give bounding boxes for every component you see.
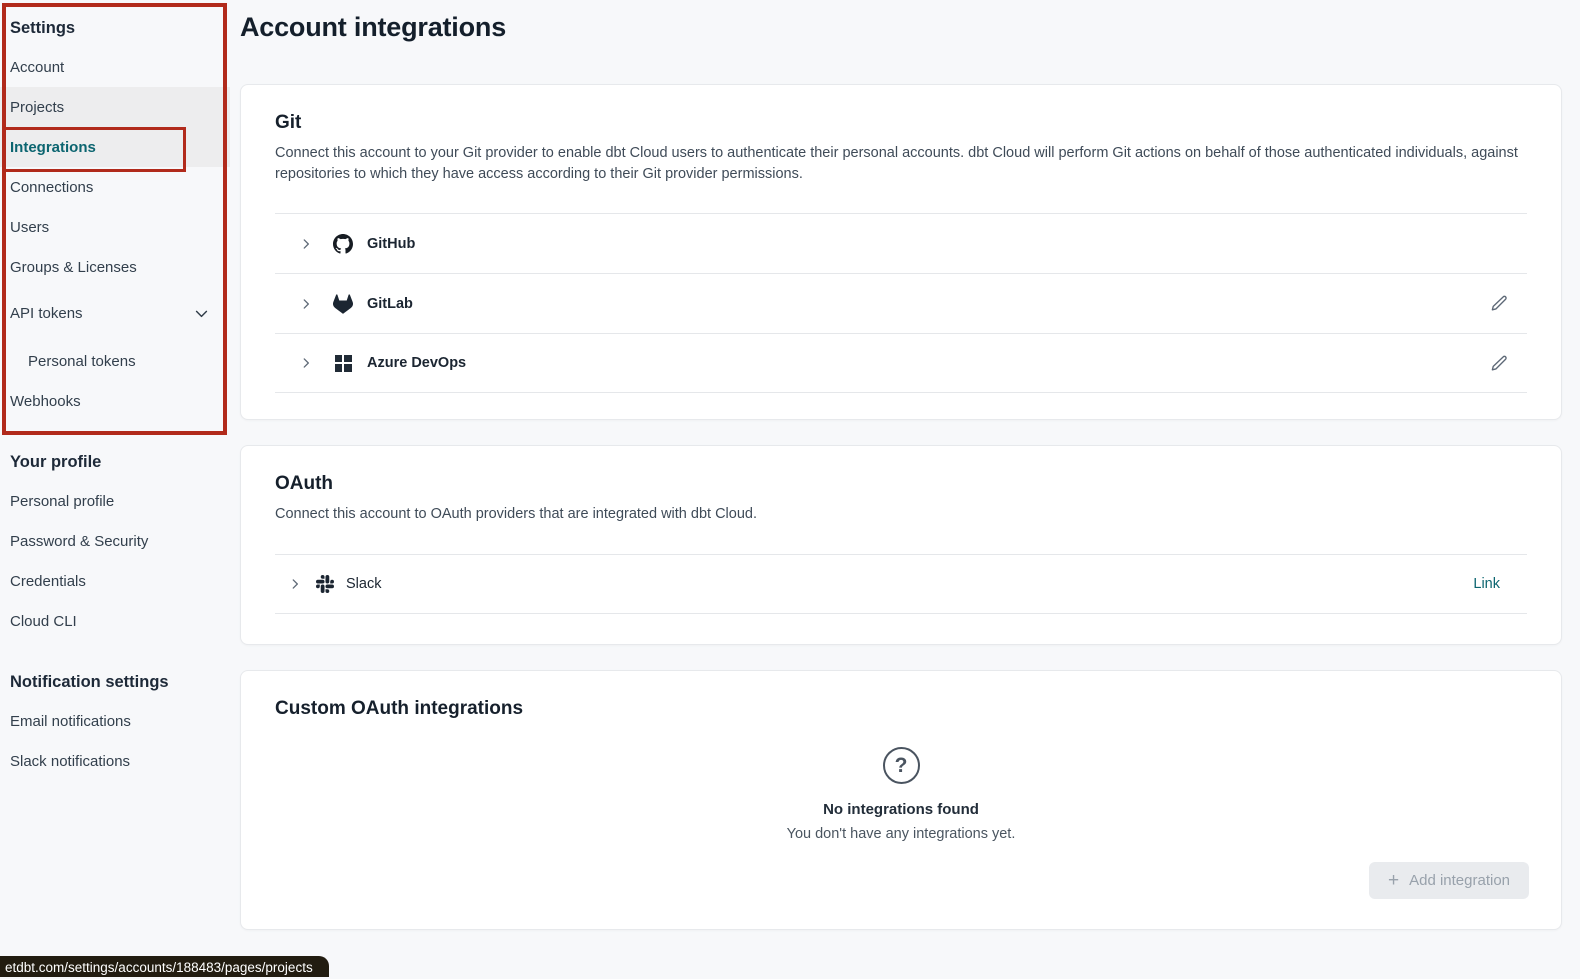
sidebar-item-slack-notifications[interactable]: Slack notifications <box>0 741 230 781</box>
custom-oauth-section-title: Custom OAuth integrations <box>275 698 1527 720</box>
sidebar-item-api-tokens[interactable]: API tokens <box>0 293 230 333</box>
git-section-description: Connect this account to your Git provide… <box>275 143 1527 184</box>
sidebar-item-connections[interactable]: Connections <box>0 167 230 207</box>
oauth-section-card: OAuth Connect this account to OAuth prov… <box>240 445 1562 645</box>
git-provider-row-github[interactable]: GitHub <box>275 213 1527 273</box>
empty-state-subtitle: You don't have any integrations yet. <box>241 826 1561 842</box>
git-provider-row-azure-devops[interactable]: Azure DevOps <box>275 333 1527 393</box>
git-provider-label: GitHub <box>367 236 415 252</box>
slack-link-action[interactable]: Link <box>1473 576 1500 592</box>
sidebar-section-settings: Settings <box>0 9 230 47</box>
page-title: Account integrations <box>240 12 506 43</box>
edit-pencil-icon[interactable] <box>1490 354 1509 373</box>
plus-icon: + <box>1388 871 1399 890</box>
empty-state: ? No integrations found You don't have a… <box>241 747 1561 842</box>
chevron-right-icon[interactable] <box>299 237 313 251</box>
sidebar-item-cloud-cli[interactable]: Cloud CLI <box>0 601 230 641</box>
sidebar-section-your-profile: Your profile <box>0 443 230 481</box>
sidebar-gap <box>0 641 230 663</box>
oauth-section-title: OAuth <box>275 473 1527 495</box>
oauth-provider-list: Slack Link <box>275 554 1527 614</box>
sidebar-item-groups-licenses[interactable]: Groups & Licenses <box>0 247 230 287</box>
sidebar-item-users[interactable]: Users <box>0 207 230 247</box>
settings-sidebar: Settings Account Projects Integrations C… <box>0 0 230 977</box>
chevron-right-icon[interactable] <box>299 297 313 311</box>
chevron-down-icon[interactable] <box>193 305 210 322</box>
git-provider-row-gitlab[interactable]: GitLab <box>275 273 1527 333</box>
sidebar-item-webhooks[interactable]: Webhooks <box>0 381 230 421</box>
sidebar-item-integrations[interactable]: Integrations <box>0 127 230 167</box>
git-provider-list: GitHub GitLab Azure DevOps <box>275 213 1527 393</box>
git-section-card: Git Connect this account to your Git pro… <box>240 84 1562 420</box>
sidebar-item-account[interactable]: Account <box>0 47 230 87</box>
app-root: Settings Account Projects Integrations C… <box>0 0 1580 977</box>
sidebar-section-notification-settings: Notification settings <box>0 663 230 701</box>
edit-pencil-icon[interactable] <box>1490 294 1509 313</box>
git-section-title: Git <box>275 112 1527 134</box>
azure-devops-icon <box>333 353 353 373</box>
sidebar-item-credentials[interactable]: Credentials <box>0 561 230 601</box>
sidebar-item-personal-tokens[interactable]: Personal tokens <box>0 341 230 381</box>
sidebar-item-email-notifications[interactable]: Email notifications <box>0 701 230 741</box>
add-integration-button[interactable]: + Add integration <box>1369 862 1529 899</box>
chevron-right-icon[interactable] <box>299 356 313 370</box>
custom-oauth-section-card: Custom OAuth integrations ? No integrati… <box>240 670 1562 930</box>
oauth-provider-row-slack[interactable]: Slack Link <box>275 554 1527 614</box>
sidebar-item-personal-profile[interactable]: Personal profile <box>0 481 230 521</box>
oauth-provider-label: Slack <box>346 576 381 592</box>
github-icon <box>333 234 353 254</box>
slack-icon <box>316 575 334 593</box>
git-provider-label: Azure DevOps <box>367 355 466 371</box>
empty-state-title: No integrations found <box>241 801 1561 818</box>
gitlab-icon <box>333 294 353 314</box>
sidebar-item-password-security[interactable]: Password & Security <box>0 521 230 561</box>
chevron-right-icon[interactable] <box>288 577 302 591</box>
sidebar-gap <box>0 421 230 443</box>
add-integration-label: Add integration <box>1409 872 1510 889</box>
question-mark-icon: ? <box>883 747 920 784</box>
sidebar-item-projects[interactable]: Projects <box>0 87 230 127</box>
git-provider-label: GitLab <box>367 296 413 312</box>
status-bar-url: etdbt.com/settings/accounts/188483/pages… <box>0 956 329 977</box>
oauth-section-description: Connect this account to OAuth providers … <box>275 504 1527 525</box>
